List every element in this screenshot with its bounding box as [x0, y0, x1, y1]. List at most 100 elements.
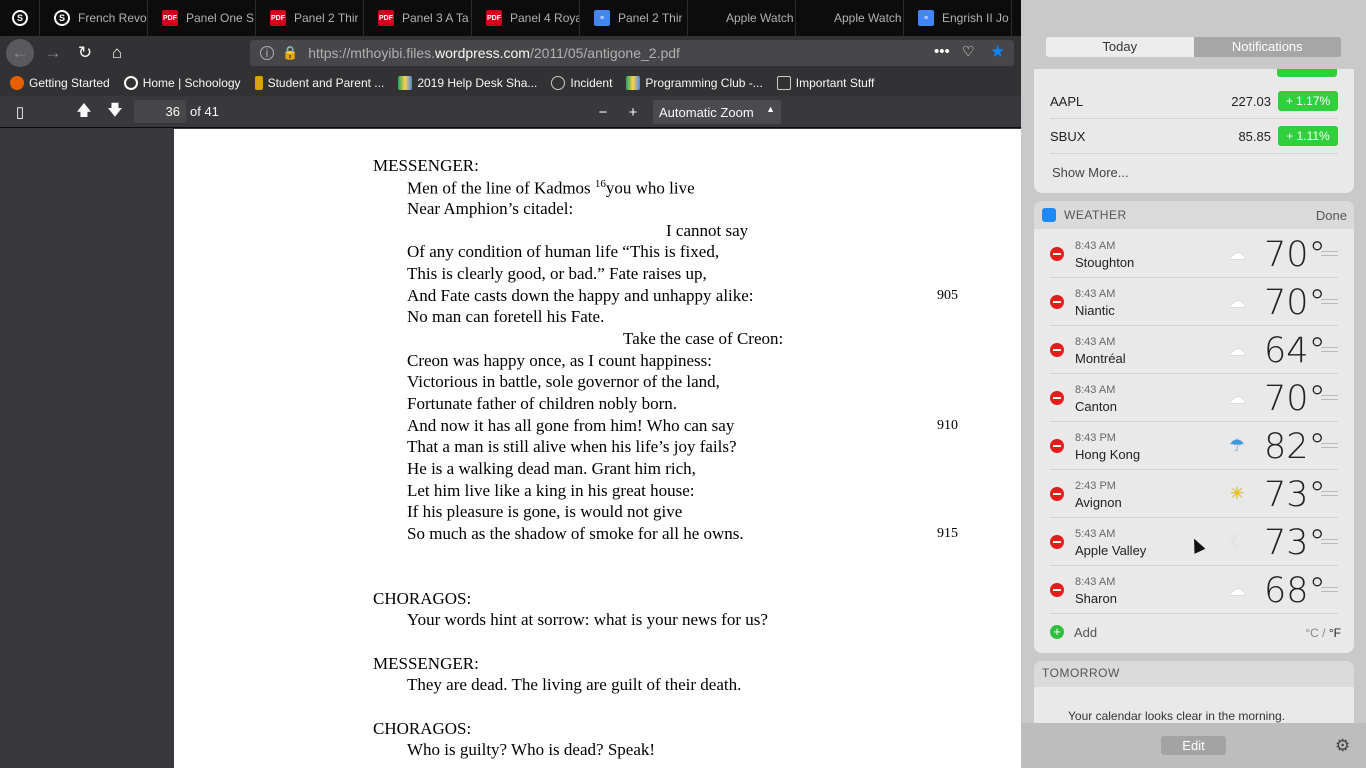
- tab-panel-2-doc[interactable]: ≡ Panel 2 Thir: [580, 0, 688, 36]
- drag-handle-icon[interactable]: [1321, 587, 1338, 592]
- pdf-icon: PDF: [162, 10, 178, 26]
- gear-icon[interactable]: ⚙: [1335, 736, 1350, 756]
- done-button[interactable]: Done: [1316, 208, 1347, 223]
- weather-time: 8:43 AM: [1075, 336, 1116, 348]
- forward-button[interactable]: →: [39, 39, 67, 67]
- bookmark-student-parent[interactable]: Student and Parent ...: [254, 76, 384, 90]
- bookmark-label: Important Stuff: [795, 76, 875, 90]
- drag-handle-icon[interactable]: [1321, 395, 1338, 400]
- bookmark-help-desk[interactable]: 2019 Help Desk Sha...: [398, 76, 537, 90]
- back-button[interactable]: ←: [6, 39, 34, 67]
- weather-row[interactable]: 8:43 AM Stoughton ☁ 70°: [1050, 230, 1338, 278]
- drag-handle-icon[interactable]: [1321, 299, 1338, 304]
- tab-engrish[interactable]: ≡ Engrish II Jo: [904, 0, 1012, 36]
- stock-row[interactable]: SBUX 85.85 + 1.11%: [1050, 119, 1338, 154]
- weather-temp: 64°: [1264, 331, 1327, 371]
- schoology-icon: [123, 76, 138, 90]
- zoom-out-button[interactable]: −: [590, 100, 616, 124]
- tab-panel-2[interactable]: PDF Panel 2 Thir: [256, 0, 364, 36]
- page-number-input[interactable]: 36: [134, 100, 186, 123]
- tomorrow-widget: TOMORROW Your calendar looks clear in th…: [1034, 661, 1354, 723]
- schoology-icon: S: [54, 10, 70, 26]
- weather-row[interactable]: 8:43 PM Hong Kong ☂ 82°: [1050, 422, 1338, 470]
- stock-change-partial: [1277, 69, 1337, 77]
- drag-handle-icon[interactable]: [1321, 443, 1338, 448]
- zoom-select[interactable]: Automatic Zoom ▲: [653, 100, 781, 124]
- bookmark-important-stuff[interactable]: Important Stuff: [776, 76, 875, 90]
- remove-icon[interactable]: [1050, 343, 1064, 357]
- remove-icon[interactable]: [1050, 391, 1064, 405]
- weather-city: Apple Valley: [1075, 543, 1147, 558]
- reload-icon: ↻: [77, 43, 93, 62]
- unit-fahrenheit[interactable]: °F: [1329, 626, 1341, 640]
- weather-row[interactable]: 2:43 PM Avignon ☀ 73°: [1050, 470, 1338, 518]
- remove-icon[interactable]: [1050, 439, 1064, 453]
- drag-handle-icon[interactable]: [1321, 539, 1338, 544]
- doc-icon: ≡: [918, 10, 934, 26]
- sidebar-icon: ▯: [15, 104, 25, 121]
- tab-label: Panel 2 Thir: [618, 11, 683, 25]
- weather-row[interactable]: 8:43 AM Canton ☁ 70°: [1050, 374, 1338, 422]
- unit-toggle[interactable]: °C / °F: [1305, 626, 1341, 640]
- weather-row[interactable]: 8:43 AM Niantic ☁ 70°: [1050, 278, 1338, 326]
- pdf-icon: PDF: [486, 10, 502, 26]
- weather-row[interactable]: 8:43 AM Montréal ☁ 64°: [1050, 326, 1338, 374]
- tab-apple-watch-2[interactable]: Apple Watch: [796, 0, 904, 36]
- bookmark-incident[interactable]: Incident: [551, 76, 612, 90]
- sidebar-toggle-button[interactable]: ▯: [7, 100, 33, 124]
- home-button[interactable]: ⌂: [103, 39, 131, 67]
- apple-icon: [702, 10, 718, 26]
- drag-handle-icon[interactable]: [1321, 251, 1338, 256]
- pocket-icon[interactable]: ♡: [962, 43, 975, 60]
- previous-page-button[interactable]: 🡅: [71, 100, 97, 124]
- weather-city: Hong Kong: [1075, 447, 1141, 462]
- weather-row[interactable]: 8:43 AM Sharon ☁ 68°: [1050, 566, 1338, 614]
- unit-celsius[interactable]: °C: [1305, 626, 1318, 640]
- tab-label: Panel One S: [186, 11, 255, 25]
- tab-label: Apple Watch: [834, 11, 902, 25]
- bookmark-getting-started[interactable]: Getting Started: [10, 76, 110, 90]
- tab-french-revo[interactable]: S French Revo: [40, 0, 148, 36]
- remove-icon[interactable]: [1050, 487, 1064, 501]
- tab-label: Apple Watch: [726, 11, 794, 25]
- stock-change[interactable]: + 1.17%: [1278, 91, 1338, 111]
- weather-temp: 82°: [1264, 427, 1327, 467]
- stock-row[interactable]: AAPL 227.03 + 1.17%: [1050, 84, 1338, 119]
- tab-label: French Revo: [78, 11, 147, 25]
- bookmark-schoology[interactable]: Home | Schoology: [123, 76, 241, 90]
- next-page-button[interactable]: 🡇: [102, 100, 128, 124]
- remove-icon[interactable]: [1050, 583, 1064, 597]
- poem-line: Your words hint at sorrow: what is your …: [407, 610, 768, 629]
- tab-panel-one[interactable]: PDF Panel One S: [148, 0, 256, 36]
- bookmark-programming-club[interactable]: Programming Club -...: [626, 76, 763, 90]
- weather-time: 8:43 AM: [1075, 576, 1116, 588]
- weather-header: WEATHER Done: [1034, 201, 1354, 229]
- tab-pinned-schoology[interactable]: S: [0, 0, 40, 36]
- bookmark-label: Incident: [570, 76, 613, 90]
- bookmark-star-icon[interactable]: ★: [990, 42, 1005, 62]
- moon-icon: ☾: [1229, 532, 1245, 551]
- tab-apple-watch-1[interactable]: Apple Watch: [688, 0, 796, 36]
- reload-button[interactable]: ↻: [71, 39, 99, 67]
- info-icon[interactable]: i: [260, 46, 274, 60]
- more-actions-icon[interactable]: •••: [934, 43, 950, 60]
- tab-today[interactable]: Today: [1046, 37, 1194, 57]
- tab-panel-4[interactable]: PDF Panel 4 Roya: [472, 0, 580, 36]
- tab-panel-3[interactable]: PDF Panel 3 A Ta: [364, 0, 472, 36]
- remove-icon[interactable]: [1050, 295, 1064, 309]
- add-icon[interactable]: +: [1050, 625, 1064, 639]
- add-location-button[interactable]: Add: [1074, 625, 1097, 640]
- drag-handle-icon[interactable]: [1321, 347, 1338, 352]
- drag-handle-icon[interactable]: [1321, 491, 1338, 496]
- stock-price: 227.03: [1231, 93, 1271, 109]
- edit-button[interactable]: Edit: [1161, 736, 1226, 755]
- tab-notifications[interactable]: Notifications: [1193, 37, 1341, 57]
- stock-change[interactable]: + 1.11%: [1278, 126, 1338, 146]
- arrow-right-icon: →: [44, 43, 62, 62]
- show-more-link[interactable]: Show More...: [1052, 165, 1129, 180]
- bookmark-label: Programming Club -...: [645, 76, 763, 90]
- url-bar[interactable]: i 🔒 https://mthoyibi.files. wordpress.com…: [250, 40, 1014, 66]
- remove-icon[interactable]: [1050, 247, 1064, 261]
- remove-icon[interactable]: [1050, 535, 1064, 549]
- zoom-in-button[interactable]: +: [620, 100, 646, 124]
